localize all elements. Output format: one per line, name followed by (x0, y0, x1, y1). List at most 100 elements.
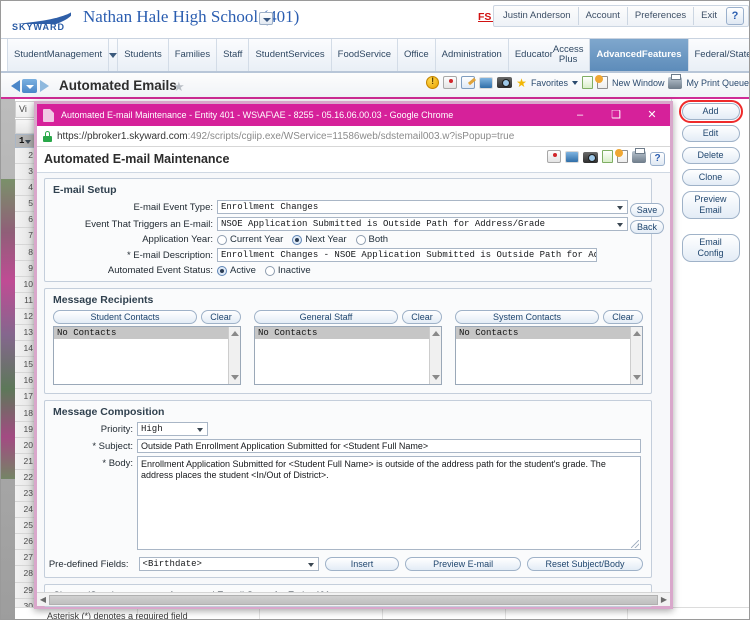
student-management-chevron-down-icon[interactable] (109, 39, 119, 71)
subject-input[interactable]: Outside Path Enrollment Application Subm… (137, 439, 641, 453)
insert-button[interactable]: Insert (324, 557, 400, 571)
tab-advanced-features[interactable]: Advanced Features (590, 39, 689, 71)
background-row-number: 21 (15, 454, 36, 470)
system-contacts-scrollbar[interactable] (630, 327, 642, 384)
radio-next-year[interactable] (292, 234, 303, 245)
preview-email-button[interactable]: Preview Email (681, 191, 740, 219)
system-contacts-clear-button[interactable]: Clear (603, 310, 643, 324)
radio-inactive[interactable] (264, 265, 275, 276)
user-links-strip: Justin Anderson Account Preferences Exit… (492, 5, 749, 27)
predefined-fields-select[interactable]: <Birthdate> (138, 557, 319, 571)
maximize-button[interactable]: ❑ (598, 104, 634, 126)
tab-student-services[interactable]: Student Services (249, 39, 332, 71)
favorite-star-icon[interactable]: ★ (173, 79, 185, 95)
nav-back-icon[interactable] (11, 80, 20, 92)
chrome-window-title: Automated E-mail Maintenance - Entity 40… (61, 110, 454, 120)
exit-link[interactable]: Exit (694, 7, 724, 25)
background-photo-strip (1, 179, 15, 479)
radio-current-year-label[interactable]: Current Year (230, 234, 283, 245)
scroll-left-icon[interactable]: ◀ (37, 595, 49, 604)
scroll-right-icon[interactable]: ▶ (658, 595, 670, 604)
radio-both[interactable] (355, 234, 366, 245)
account-link[interactable]: Account (579, 7, 628, 25)
student-contacts-scrollbar[interactable] (228, 327, 240, 384)
general-staff-button[interactable]: General Staff (254, 310, 398, 324)
tab-staff[interactable]: Staff (217, 39, 250, 71)
popup-printer-icon[interactable] (632, 148, 646, 168)
favorites-label[interactable]: Favorites (531, 78, 568, 88)
preferences-link[interactable]: Preferences (628, 7, 695, 25)
system-contacts-empty-item[interactable]: No Contacts (456, 327, 630, 339)
radio-current-year[interactable] (217, 234, 227, 245)
general-staff-empty-item[interactable]: No Contacts (255, 327, 429, 339)
tab-office[interactable]: Office (397, 39, 436, 71)
priority-select[interactable]: High (137, 422, 208, 436)
popup-help-icon[interactable]: ? (650, 152, 665, 166)
favorites-star-icon[interactable]: ★ (516, 77, 527, 89)
general-staff-scrollbar[interactable] (429, 327, 441, 384)
monitor-icon[interactable] (479, 76, 494, 89)
back-button[interactable]: Back (630, 220, 664, 234)
popup-camera-icon[interactable] (583, 150, 598, 168)
tab-food-service[interactable]: Food Service (331, 39, 398, 71)
notes-icon[interactable] (461, 76, 476, 89)
student-contacts-listbox[interactable]: No Contacts (53, 326, 241, 385)
textarea-resize-handle[interactable] (631, 540, 639, 548)
radio-inactive-label[interactable]: Inactive (278, 265, 311, 276)
popup-alert-icon[interactable] (547, 150, 561, 168)
edit-button[interactable]: Edit (681, 125, 740, 142)
description-input[interactable]: Enrollment Changes - NSOE Application Su… (217, 248, 597, 262)
reset-subject-body-button[interactable]: Reset Subject/Body (527, 557, 643, 571)
printer-icon[interactable] (668, 73, 683, 89)
tab-educator-access-plus[interactable]: Educator Access Plus (508, 39, 591, 71)
tab-federal-state-reporting[interactable]: Federal/StateReporting (688, 39, 749, 71)
breadcrumb-bar: Automated Emails ★ ★ Favorites New Windo… (1, 73, 749, 99)
tab-families[interactable]: Families (168, 39, 218, 71)
popup-horizontal-scrollbar[interactable]: ◀ ▶ (37, 592, 670, 606)
nav-forward-icon[interactable] (40, 80, 49, 92)
print-queue-label[interactable]: My Print Queue (686, 78, 749, 88)
chrome-title-bar[interactable]: Automated E-mail Maintenance - Entity 40… (37, 104, 670, 126)
body-textarea[interactable]: Enrollment Application Submitted for <St… (137, 456, 641, 550)
system-contacts-button[interactable]: System Contacts (455, 310, 599, 324)
student-contacts-button[interactable]: Student Contacts (53, 310, 197, 324)
radio-next-year-label[interactable]: Next Year (305, 234, 346, 245)
popup-monitor-icon[interactable] (565, 150, 579, 168)
tab-administration[interactable]: Administration (435, 39, 509, 71)
scroll-thumb[interactable] (49, 594, 658, 605)
address-bar[interactable]: https://pbroker1.skyward.com :492/script… (37, 126, 670, 147)
add-button[interactable]: Add (678, 100, 743, 123)
notification-icon[interactable] (443, 76, 458, 89)
general-staff-clear-button[interactable]: Clear (402, 310, 442, 324)
camera-icon[interactable] (497, 77, 513, 88)
general-staff-listbox[interactable]: No Contacts (254, 326, 442, 385)
save-button[interactable]: Save (630, 203, 664, 217)
radio-both-label[interactable]: Both (369, 234, 389, 245)
popup-new-window-icon[interactable] (615, 149, 628, 168)
alert-bubble-icon[interactable] (426, 76, 440, 89)
radio-active-label[interactable]: Active (230, 265, 256, 276)
tab-students[interactable]: Students (118, 39, 169, 71)
minimize-button[interactable]: – (562, 104, 598, 126)
new-window-label[interactable]: New Window (612, 78, 665, 88)
copy-icon[interactable] (581, 76, 593, 89)
clone-button[interactable]: Clone (681, 169, 740, 186)
popup-copy-icon[interactable] (602, 150, 613, 168)
email-config-button[interactable]: Email Config (681, 234, 740, 262)
radio-active[interactable] (217, 265, 227, 276)
nav-dropdown-icon[interactable] (22, 79, 37, 93)
help-button[interactable]: ? (726, 7, 744, 25)
preview-email-button[interactable]: Preview E-mail (405, 557, 522, 571)
event-type-select[interactable]: Enrollment Changes (217, 200, 628, 214)
system-contacts-listbox[interactable]: No Contacts (455, 326, 643, 385)
close-button[interactable]: ✕ (634, 104, 670, 126)
chevron-down-icon[interactable] (571, 80, 578, 85)
student-contacts-empty-item[interactable]: No Contacts (54, 327, 228, 339)
tab-student-management[interactable]: Student Management (7, 39, 110, 71)
student-contacts-clear-button[interactable]: Clear (201, 310, 241, 324)
trigger-select[interactable]: NSOE Application Submitted is Outside Pa… (217, 217, 628, 231)
user-name-link[interactable]: Justin Anderson (496, 7, 579, 25)
delete-button[interactable]: Delete (681, 147, 740, 164)
entity-dropdown-icon[interactable] (259, 12, 273, 25)
new-window-icon[interactable] (594, 75, 608, 89)
